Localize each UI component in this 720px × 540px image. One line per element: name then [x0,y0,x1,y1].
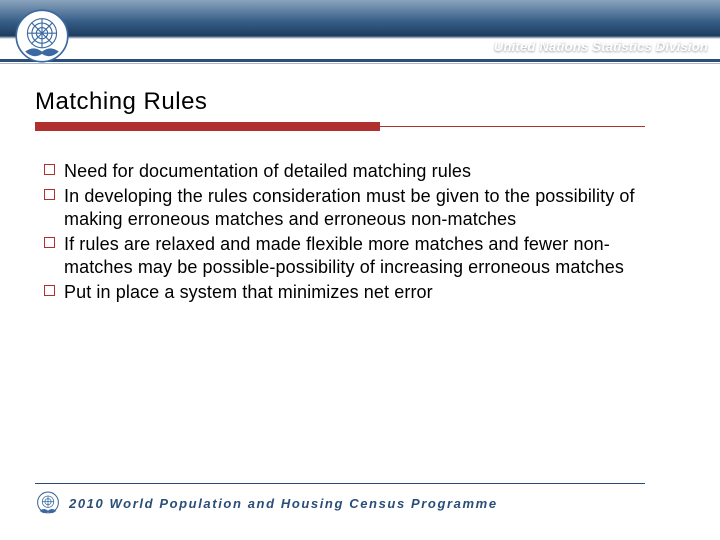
bullet-square-icon [44,164,55,175]
body-content: Need for documentation of detailed match… [44,160,659,306]
slide-title: Matching Rules [35,88,685,116]
title-block: Matching Rules [35,88,685,134]
footer-divider [35,483,645,484]
bullet-square-icon [44,189,55,200]
bullet-text: Need for documentation of detailed match… [64,161,471,181]
title-underline [35,120,685,134]
footer: 2010 World Population and Housing Census… [35,483,685,516]
bullet-text: If rules are relaxed and made flexible m… [64,234,624,277]
un-emblem-small-icon [35,490,61,516]
bullet-square-icon [44,237,55,248]
bullet-text: In developing the rules consideration mu… [64,186,635,229]
header-org-text: United Nations Statistics Division [494,39,708,54]
header-stripe-thin [0,63,720,64]
footer-row: 2010 World Population and Housing Census… [35,490,685,516]
header-stripe [0,59,720,62]
slide: United Nations Statistics Division Match… [0,0,720,540]
bullet-item: Need for documentation of detailed match… [44,160,659,183]
bullet-square-icon [44,285,55,296]
bullet-item: In developing the rules consideration mu… [44,185,659,231]
footer-programme-text: 2010 World Population and Housing Census… [69,496,498,511]
bullet-item: Put in place a system that minimizes net… [44,281,659,304]
un-emblem-icon [14,8,70,64]
bullet-item: If rules are relaxed and made flexible m… [44,233,659,279]
bullet-text: Put in place a system that minimizes net… [64,282,433,302]
